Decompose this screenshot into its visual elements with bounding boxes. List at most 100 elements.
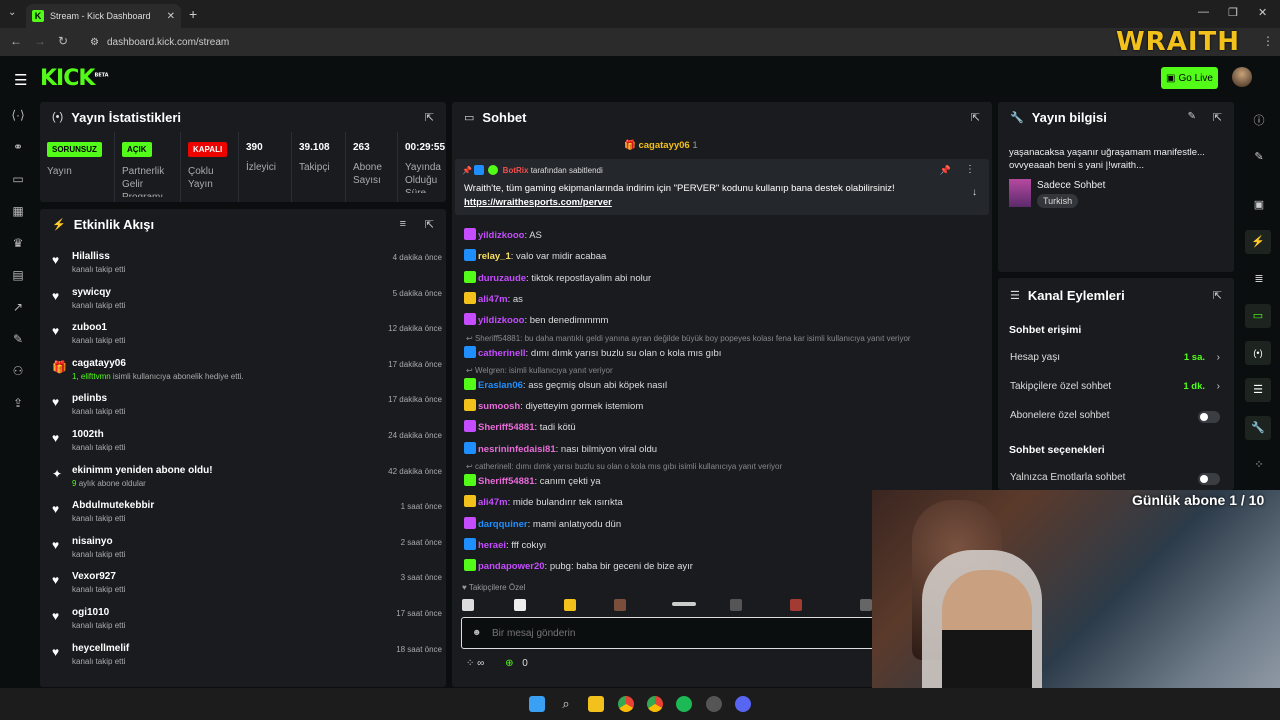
edit-icon[interactable]: ✎ [1188,111,1196,122]
emote-icon[interactable] [790,599,802,611]
more-dots-icon[interactable]: ⁘ [1250,458,1268,471]
analytics-icon[interactable]: ↗ [8,300,28,314]
reply-context[interactable]: ↩ Sheriff54881: bu daha mantıklı geldi y… [466,334,991,343]
actions-icon[interactable]: ☰ [1245,378,1271,402]
app-icon[interactable] [706,696,722,712]
wrench-icon[interactable]: ✎ [8,332,28,346]
chat-username[interactable]: ali47m [478,497,508,508]
activity-item[interactable]: ♥ nisainyo kanalı takip etti 2 saat önce [52,534,442,569]
minimize-icon[interactable]: — [1198,6,1209,18]
activity-item[interactable]: ♥ heycellmelif kanalı takip etti 18 saat ön… [52,641,442,676]
pinned-link[interactable]: https://wraithesports.com/perver [464,197,612,208]
activity-item[interactable]: ♥ pelinbs kanalı takip etti 17 dakika önce [52,391,442,426]
popout-icon[interactable]: ⇱ [1213,289,1222,302]
stream-icon[interactable]: ⟨·⟩ [8,108,28,122]
emote-icon[interactable] [514,599,526,611]
emote-icon[interactable] [730,599,742,611]
avatar[interactable] [1232,67,1252,87]
chat-username[interactable]: catherinell [478,348,526,359]
activity-item[interactable]: ✦ ekinimm yeniden abone oldu! 9 aylık abon… [52,463,442,498]
category-name[interactable]: Sadece Sohbet [1037,180,1105,191]
emote-icon[interactable] [672,602,696,606]
activity-item[interactable]: ♥ 1002th kanalı takip etti 24 dakika önce [52,427,442,462]
filter-icon[interactable]: ≡ [400,218,406,230]
lightning-icon[interactable]: ⚡ [1245,230,1271,254]
menu-icon[interactable]: ☰ [14,71,27,89]
file-explorer-icon[interactable] [588,696,604,712]
expand-icon[interactable]: ↓ [972,187,977,198]
close-window-icon[interactable]: ✕ [1258,6,1267,19]
spotify-icon[interactable] [676,696,692,712]
chat-username[interactable]: heraei [478,540,506,551]
chat-username[interactable]: nesrininfedaisi81 [478,444,556,455]
upload-icon[interactable]: ⇪ [8,396,28,410]
chat-username[interactable]: relay_1 [478,251,511,262]
popout-icon[interactable]: ⇱ [971,111,980,124]
emote-icon[interactable] [860,599,872,611]
link-icon[interactable]: ⚭ [8,140,28,154]
edit-icon[interactable]: ✎ [1250,150,1268,163]
broadcast-icon[interactable]: (•) [1245,341,1271,365]
chat-username[interactable]: yildizkooo [478,230,524,241]
info-icon[interactable]: ⓘ [1250,112,1268,128]
points-icon[interactable]: ⊕ [505,658,513,669]
chat-username[interactable]: ali47m [478,294,508,305]
emote-only-toggle[interactable] [1198,473,1220,485]
chat-username[interactable]: duruzaude [478,273,526,284]
chat-username[interactable]: darqquiner [478,519,528,530]
tab-search-icon[interactable]: ⌄ [8,7,16,18]
reload-icon[interactable]: ↻ [58,34,68,48]
list-icon[interactable]: ≣ [1250,272,1268,285]
activity-item[interactable]: ♥ Vexor927 kanalı takip etti 3 saat önce [52,569,442,604]
emote-icon[interactable] [462,599,474,611]
monitor-icon[interactable]: ▭ [8,172,28,186]
subs-only-toggle[interactable] [1198,411,1220,423]
forward-icon[interactable]: → [34,34,46,48]
top-gifter[interactable]: 🎁 cagatayy06 1 [624,140,698,151]
discord-icon[interactable] [735,696,751,712]
chat-username[interactable]: pandapower20 [478,561,545,572]
chrome-icon[interactable] [618,696,634,712]
emote-icon[interactable] [614,599,626,611]
wrench-icon[interactable]: 🔧 [1245,416,1271,440]
go-live-button[interactable]: ▣ Go Live [1161,67,1218,89]
more-icon[interactable]: ⋮ [965,164,975,175]
activity-item[interactable]: 🎁 cagatayy06 1, elifttvmn isimli kullanıcı… [52,356,442,391]
chat-username[interactable]: yildizkooo [478,315,524,326]
settings-dots-icon[interactable]: ⁘ [466,658,474,669]
popout-icon[interactable]: ⇱ [425,111,434,124]
video-icon[interactable]: ▤ [8,268,28,282]
users-icon[interactable]: ⚇ [8,364,28,378]
chat-username[interactable]: Eraslan06 [478,380,523,391]
activity-item[interactable]: ♥ sywicqy kanalı takip etti 5 dakika önce [52,285,442,320]
browser-tab[interactable]: K Stream - Kick Dashboard ✕ [26,4,181,28]
back-icon[interactable]: ← [10,34,22,48]
site-info-icon[interactable]: ⚙ [90,37,99,48]
activity-item[interactable]: ♥ Hilalliss kanalı takip etti 4 dakika önce [52,249,442,284]
kick-logo[interactable]: KICKBETA [40,66,109,91]
followers-only-row[interactable]: Takipçilere özel sohbet 1 dk. › [1010,381,1220,397]
chat-icon[interactable]: ▭ [1245,304,1271,328]
chat-username[interactable]: sumoosh [478,401,520,412]
start-icon[interactable] [529,696,545,712]
search-icon[interactable]: ⌕ [558,696,574,712]
chat-username[interactable]: Sheriff54881 [478,422,535,433]
browser-menu-icon[interactable]: ⋮ [1262,34,1274,48]
chat-input-box[interactable]: ☻ [461,617,881,649]
popout-icon[interactable]: ⇱ [425,218,434,231]
activity-item[interactable]: ♥ zuboo1 kanalı takip etti 12 dakika önce [52,320,442,355]
reply-context[interactable]: ↩ catherinell: dımı dımk yarısı buzlu su… [466,462,991,471]
unpin-icon[interactable]: 📌 [940,165,951,176]
chat-username[interactable]: Sheriff54881 [478,476,535,487]
activity-item[interactable]: ♥ Abdulmutekebbir kanalı takip etti 1 saat … [52,498,442,533]
emote-icon[interactable] [564,599,576,611]
maximize-icon[interactable]: ❐ [1228,6,1238,19]
activity-item[interactable]: ♥ ogi1010 kanalı takip etti 17 saat önce [52,605,442,640]
reply-context[interactable]: ↩ Welgren: isimli kullanıcıya yanıt veri… [466,366,991,375]
close-tab-icon[interactable]: ✕ [167,11,175,22]
card-icon[interactable]: ▣ [1250,198,1268,211]
new-tab-button[interactable]: + [189,6,197,22]
popout-icon[interactable]: ⇱ [1213,111,1222,124]
emoji-icon[interactable]: ☻ [472,627,481,637]
chart-icon[interactable]: ▦ [8,204,28,218]
